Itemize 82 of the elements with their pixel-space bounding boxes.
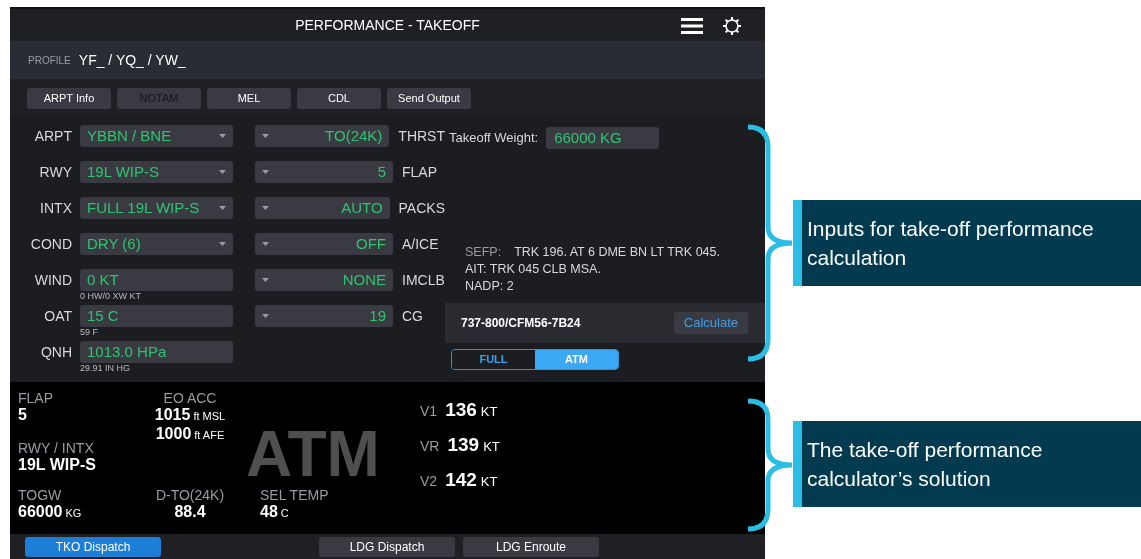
caret-icon — [219, 242, 226, 246]
dropdown-field[interactable]: 19 — [255, 305, 393, 327]
result-value: 19L WIP-S — [18, 456, 97, 474]
field-label: ARPT — [33, 127, 72, 146]
mode-watermark: ATM — [246, 422, 380, 486]
field-hint: 29.91 IN HG — [80, 363, 132, 374]
result-value: 88.4 — [174, 503, 206, 521]
aircraft-type: 737-800/CFM56-7B24 — [461, 315, 581, 332]
takeoff-weight-label: Takeoff Weight: — [449, 129, 539, 148]
input-field[interactable]: 1013.0 HPa — [80, 341, 233, 363]
window-title: PERFORMANCE - TAKEOFF — [295, 15, 480, 35]
result-value: 1000 ft AFE — [155, 425, 225, 444]
bottom-tab[interactable]: LDG Dispatch — [319, 536, 455, 557]
dropdown-field[interactable]: OFF — [255, 233, 393, 255]
caret-icon — [219, 170, 226, 174]
result-value: 1015 ft MSL — [154, 406, 226, 425]
menu-icon[interactable] — [681, 18, 703, 34]
bottom-tab[interactable]: LDG Enroute — [463, 536, 599, 557]
speed-label: V1 — [420, 402, 438, 421]
field-label: WIND — [33, 271, 72, 290]
dropdown-field[interactable]: AUTO — [255, 197, 390, 219]
dropdown-field[interactable]: 19L WIP-S — [80, 161, 233, 183]
field-label: A/ICE — [402, 235, 439, 254]
field-label: INTX — [39, 199, 72, 218]
result-label: EO ACC — [163, 390, 217, 406]
result-label: SEL TEMP — [260, 487, 330, 503]
input-field[interactable]: 0 KT — [80, 269, 233, 291]
field-label: IMCLB — [402, 271, 445, 290]
result-value: 5 — [18, 406, 28, 424]
field-label: CG — [402, 307, 423, 326]
dropdown-field[interactable]: 5 — [255, 161, 393, 183]
caret-icon — [219, 206, 226, 210]
result-value: 66000 KG — [18, 503, 83, 522]
takeoff-weight-field[interactable]: 66000 KG — [546, 127, 660, 149]
dropdown-field[interactable]: FULL 19L WIP-S — [80, 197, 233, 219]
toolbar-button[interactable]: CDL — [297, 87, 381, 109]
callout-box: The take-off performance calculator’s solution — [793, 421, 1141, 507]
result-value: 48 C — [260, 503, 290, 522]
field-label: RWY — [38, 163, 72, 182]
profile-value: YF_ / YQ_ / YW_ — [78, 50, 186, 70]
dropdown-field[interactable]: NONE — [255, 269, 393, 291]
field-label: THRST — [398, 127, 445, 146]
speed-value: 142 KT — [445, 468, 498, 492]
dropdown-field[interactable]: YBBN / BNE — [80, 125, 233, 147]
speed-value: 136 KT — [445, 398, 498, 422]
field-hint: 0 HW/0 XW KT — [80, 291, 142, 302]
mode-tab[interactable]: ATM — [535, 350, 618, 369]
toolbar-button[interactable]: ARPT Info — [27, 87, 111, 109]
caret-icon — [262, 314, 269, 318]
field-label: OAT — [43, 307, 72, 326]
procedure-text: AIT: TRK 045 CLB MSA. — [465, 261, 602, 278]
field-label: FLAP — [402, 163, 437, 182]
caret-icon — [262, 170, 269, 174]
callout-box: Inputs for take-off performance calculation — [793, 200, 1141, 286]
speed-label: VR — [420, 437, 440, 456]
caret-icon — [262, 278, 269, 282]
input-field[interactable]: 15 C — [80, 305, 233, 327]
result-label: D-TO(24K) — [155, 487, 225, 503]
result-label: TOGW — [18, 487, 63, 503]
result-label: FLAP — [18, 390, 54, 406]
speed-label: V2 — [420, 472, 438, 491]
caret-icon — [262, 134, 269, 138]
profile-label: PROFILE — [28, 53, 71, 68]
speed-value: 139 KT — [447, 433, 500, 457]
field-label: PACKS — [398, 199, 445, 218]
procedure-text: NADP: 2 — [465, 278, 515, 295]
procedure-text: TRK 196. AT 6 DME BN LT TRK 045. — [514, 244, 720, 261]
procedure-label: SEFP: — [465, 244, 502, 261]
calculate-button[interactable]: Calculate — [673, 312, 748, 334]
result-label: RWY / INTX — [18, 440, 95, 456]
dropdown-field[interactable]: TO(24K) — [255, 125, 390, 147]
caret-icon — [262, 206, 269, 210]
bottom-tab[interactable]: TKO Dispatch — [25, 536, 161, 557]
caret-icon — [219, 134, 226, 138]
field-hint: 59 F — [80, 327, 99, 338]
settings-icon[interactable] — [723, 17, 741, 35]
toolbar-button[interactable]: Send Output — [387, 87, 471, 109]
toolbar-button[interactable]: MEL — [207, 87, 291, 109]
dropdown-field[interactable]: DRY (6) — [80, 233, 233, 255]
field-label: QNH — [39, 343, 72, 362]
field-label: COND — [29, 235, 72, 254]
caret-icon — [262, 242, 269, 246]
